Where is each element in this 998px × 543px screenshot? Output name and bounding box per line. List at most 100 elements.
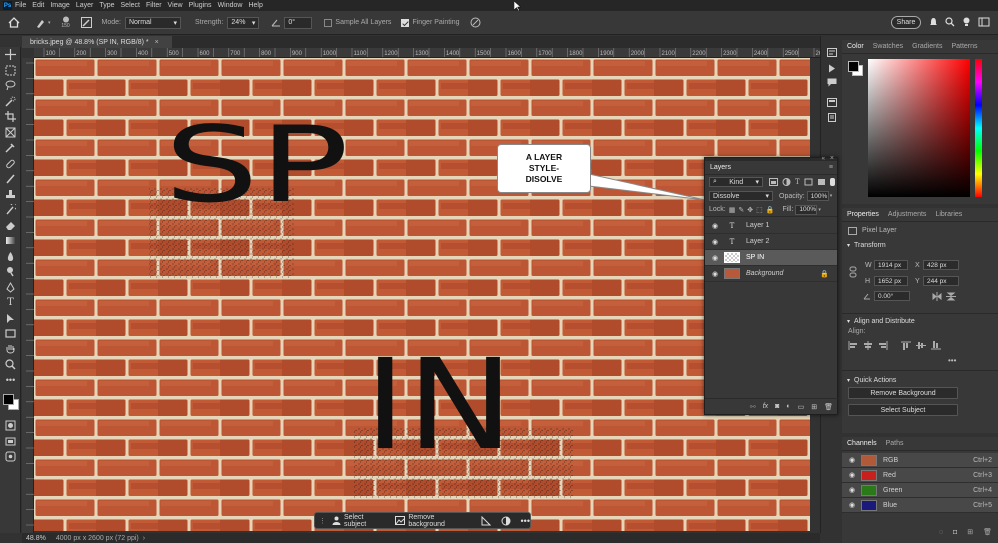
blur-tool-icon[interactable] (0, 249, 21, 265)
load-selection-icon[interactable]: ◌ (939, 529, 943, 536)
layer-row-layer-1[interactable]: ◉ T Layer 1 (705, 218, 837, 234)
add-mask-icon[interactable]: ◙ (775, 403, 779, 410)
angle-field[interactable]: 0.00° (874, 291, 910, 301)
brush-preset-picker[interactable]: 150 (61, 16, 71, 29)
pen-tool-icon[interactable] (0, 280, 21, 296)
foreground-color-swatch[interactable] (848, 61, 859, 72)
close-tab-icon[interactable]: × (155, 39, 159, 46)
zoom-tool-icon[interactable] (0, 357, 21, 373)
quick-selection-tool-icon[interactable] (0, 94, 21, 110)
home-icon[interactable] (8, 17, 20, 28)
layer-row-sp-in[interactable]: ◉ SP IN (705, 250, 837, 266)
path-selection-tool-icon[interactable] (0, 311, 21, 327)
tab-channels[interactable]: Channels (847, 440, 877, 447)
pressure-icon[interactable] (470, 17, 481, 28)
align-right-icon[interactable] (878, 341, 888, 350)
blend-mode-dropdown[interactable]: Dissolve ▾ (709, 191, 773, 201)
tab-gradients[interactable]: Gradients (912, 43, 942, 50)
transform-icon[interactable] (481, 515, 491, 526)
new-group-icon[interactable]: ▭ (798, 403, 805, 411)
workspace-icon[interactable] (978, 16, 990, 28)
channel-row-red[interactable]: ◉ Red Ctrl+3 (842, 468, 998, 483)
fill-field[interactable]: 100% (795, 204, 818, 215)
color-swatches[interactable] (0, 388, 20, 418)
flip-vertical-icon[interactable] (946, 292, 956, 301)
delete-layer-icon[interactable]: 🗑 (824, 403, 833, 411)
screen-mode-icon[interactable] (0, 434, 21, 450)
eye-icon[interactable]: ◉ (709, 238, 721, 246)
filter-pixel-icon[interactable] (769, 178, 778, 186)
menu-type[interactable]: Type (99, 2, 114, 9)
tab-color[interactable]: Color (847, 43, 864, 50)
remove-background-button[interactable]: Remove background (395, 514, 472, 528)
angle-field[interactable]: 0° (284, 16, 313, 29)
lock-artboard-icon[interactable]: ⬚ (756, 206, 763, 214)
brush-settings-icon[interactable] (80, 17, 92, 28)
smudge-tool-icon[interactable] (34, 17, 46, 29)
dodge-tool-icon[interactable] (0, 264, 21, 280)
flip-horizontal-icon[interactable] (932, 292, 942, 301)
height-field[interactable]: 1652 px (874, 276, 908, 286)
menu-window[interactable]: Window (218, 2, 243, 9)
panel-menu-icon[interactable]: ≡ (829, 164, 833, 171)
hand-tool-icon[interactable] (0, 342, 21, 358)
link-layers-icon[interactable]: ⚯ (750, 403, 756, 411)
healing-brush-tool-icon[interactable] (0, 156, 21, 172)
history-brush-tool-icon[interactable] (0, 202, 21, 218)
filter-adjustment-icon[interactable] (782, 178, 791, 186)
search-icon[interactable] (945, 17, 955, 27)
menu-layer[interactable]: Layer (76, 2, 94, 9)
filter-kind-dropdown[interactable]: ⌕ Kind ▾ (709, 177, 763, 187)
y-field[interactable]: 244 px (923, 276, 959, 286)
menu-filter[interactable]: Filter (146, 2, 162, 9)
clone-stamp-tool-icon[interactable] (0, 187, 21, 203)
menu-view[interactable]: View (168, 2, 183, 9)
more-tools-icon[interactable]: ••• (0, 373, 21, 389)
tab-properties[interactable]: Properties (847, 211, 879, 218)
eye-icon[interactable]: ◉ (846, 471, 858, 479)
x-field[interactable]: 428 px (923, 260, 959, 270)
link-icon[interactable] (849, 266, 857, 278)
actions-play-icon[interactable] (827, 64, 837, 73)
sample-all-layers-checkbox[interactable] (324, 18, 333, 27)
bell-icon[interactable] (929, 17, 938, 28)
mode-dropdown[interactable]: Normal ▾ (124, 16, 181, 29)
adjustment-layer-icon[interactable]: ◐ (786, 403, 790, 410)
lightbulb-icon[interactable] (961, 16, 972, 27)
frame-tool-icon[interactable] (0, 125, 21, 141)
foreground-color-swatch[interactable] (3, 394, 14, 405)
quick-actions-section[interactable]: ▾ Quick Actions (842, 373, 998, 387)
channel-row-blue[interactable]: ◉ Blue Ctrl+5 (842, 498, 998, 513)
filter-shape-icon[interactable] (804, 178, 813, 186)
lock-icon[interactable]: 🔒 (820, 270, 829, 278)
menu-select[interactable]: Select (121, 2, 140, 9)
color-picker-field[interactable] (868, 59, 970, 197)
align-middle-icon[interactable] (916, 341, 926, 350)
filter-smart-object-icon[interactable] (817, 178, 826, 186)
channel-row-rgb[interactable]: ◉ RGB Ctrl+2 (842, 453, 998, 468)
history-icon[interactable] (827, 48, 837, 57)
type-tool-icon[interactable]: T (0, 295, 21, 311)
lock-position-icon[interactable]: ✥ (747, 206, 753, 214)
tab-patterns[interactable]: Patterns (951, 43, 977, 50)
layers-comp-icon[interactable] (827, 98, 837, 107)
new-channel-icon[interactable]: ⊞ (967, 528, 973, 536)
eye-icon[interactable]: ◉ (846, 486, 858, 494)
drag-handle-icon[interactable]: ⋮ (319, 517, 326, 525)
share-button[interactable]: Share (891, 16, 921, 29)
align-top-icon[interactable] (901, 341, 911, 350)
new-layer-icon[interactable]: ⊞ (811, 403, 817, 411)
tab-paths[interactable]: Paths (886, 440, 904, 447)
crop-tool-icon[interactable] (0, 109, 21, 125)
status-arrow-icon[interactable]: › (143, 535, 145, 542)
document-tab[interactable]: bricks.jpeg @ 48.8% (SP IN, RGB/8) * × (22, 36, 172, 48)
align-section[interactable]: ▾ Align and Distribute (842, 314, 998, 328)
eye-icon[interactable]: ◉ (846, 501, 858, 509)
more-align-options-icon[interactable]: ••• (948, 356, 956, 365)
remove-background-quick-button[interactable]: Remove Background (848, 387, 958, 399)
opacity-field[interactable]: 100% (806, 191, 829, 201)
eye-icon[interactable]: ◉ (709, 222, 721, 230)
save-selection-icon[interactable]: ◘ (953, 529, 957, 536)
align-left-icon[interactable] (848, 341, 858, 350)
more-options-icon[interactable]: ••• (521, 516, 530, 526)
